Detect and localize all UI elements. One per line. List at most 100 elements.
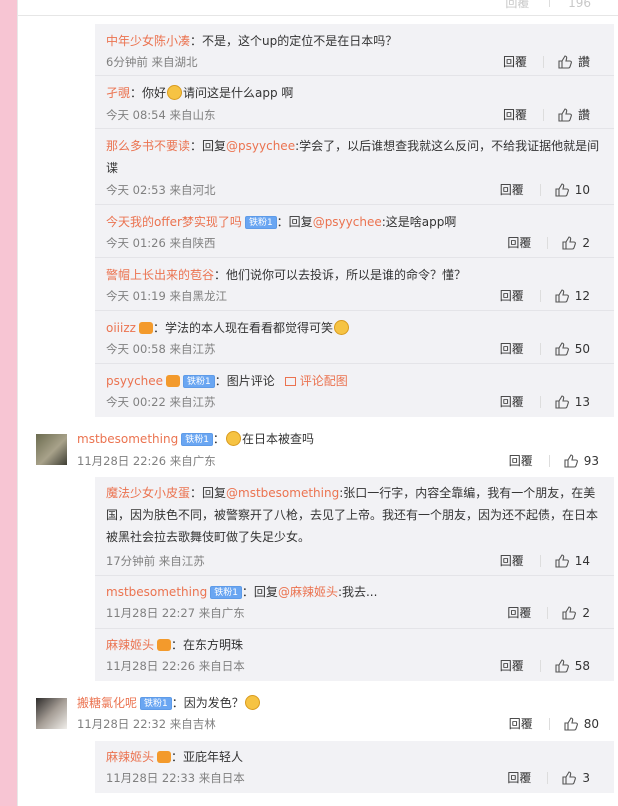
reply-button[interactable]: 回覆 (507, 603, 531, 623)
reply-mention[interactable]: @mstbesomething (226, 486, 339, 500)
reply-button[interactable]: 回覆 (500, 656, 524, 676)
reply-meta: 今天 02:53 来自河北 (106, 183, 216, 197)
thumbs-up-icon[interactable] (564, 454, 578, 468)
reply-item: 魔法少女小皮蛋：回复@mstbesomething:张口一行字，内容全靠编，我有… (95, 477, 614, 576)
vip-icon (157, 639, 172, 651)
reply-author[interactable]: 孑覗 (106, 86, 130, 100)
image-icon[interactable] (284, 377, 296, 386)
reply-text: ：他们说你可以去投诉，所以是谁的命令？懂？ (214, 268, 467, 282)
reply-button[interactable]: 回覆 (503, 105, 527, 125)
like-count: 14 (574, 554, 590, 568)
thumbs-up-icon[interactable] (564, 717, 578, 731)
comment-author[interactable]: mstbesomething (77, 432, 178, 446)
reply-meta: 今天 00:22 来自江苏 (106, 395, 216, 409)
thumbs-up-icon[interactable] (562, 606, 577, 620)
thumbs-up-icon[interactable] (555, 289, 569, 303)
reply-meta: 6分钟前 来自湖北 (106, 55, 198, 69)
reply-meta: 11月28日 22:26 来自日本 (106, 659, 245, 673)
thumbs-up-icon[interactable] (562, 771, 577, 785)
reply-button[interactable]: 回覆 (507, 768, 531, 788)
vip-icon (157, 751, 172, 763)
reply-thread-1: 中年少女陈小凑：不是，这个up的定位不是在日本吗？ 6分钟前 来自湖北 回覆 讚… (95, 24, 614, 417)
reply-item: 麻辣姬头 ：亚庇年轻人 11月28日 22:33 来自日本 回覆 3 (95, 741, 614, 793)
like-count: 10 (574, 183, 590, 197)
like-count: 13 (574, 395, 590, 409)
comment-item: 搬糖氯化呢 铁粉1 ：因为发色？ 11月28日 22:32 来自吉林 回覆 80 (18, 692, 618, 736)
reply-button[interactable]: 回覆 (500, 180, 524, 200)
reply-meta: 今天 01:26 来自陕西 (106, 236, 216, 250)
fan-badge: 铁粉1 (183, 375, 215, 388)
reply-author[interactable]: psyychee (106, 374, 163, 388)
reply-thread-3: 麻辣姬头 ：亚庇年轻人 11月28日 22:33 来自日本 回覆 3 (95, 741, 614, 793)
reply-mention[interactable]: @psyychee (226, 139, 295, 153)
top-actions: 回覆 196 (505, 0, 591, 11)
shocked-emoji-icon (225, 431, 241, 446)
reply-button[interactable]: 回覆 (500, 551, 524, 571)
thumbs-up-icon[interactable] (555, 342, 569, 356)
reply-item: 警帽上长出来的苞谷：他们说你可以去投诉，所以是谁的命令？懂？ 今天 01:19 … (95, 258, 614, 311)
reply-item: 中年少女陈小凑：不是，这个up的定位不是在日本吗？ 6分钟前 来自湖北 回覆 讚 (95, 24, 614, 76)
reply-thread-2: 魔法少女小皮蛋：回复@mstbesomething:张口一行字，内容全靠编，我有… (95, 477, 614, 681)
reply-button[interactable]: 回覆 (500, 392, 524, 412)
like-count: 讚 (577, 55, 590, 69)
reply-button[interactable]: 回覆 (509, 714, 533, 734)
like-count: 2 (582, 236, 590, 250)
reply-button[interactable]: 回覆 (509, 451, 533, 471)
top-reply-link[interactable]: 回覆 (505, 0, 529, 10)
reply-mention[interactable]: @麻辣姬头 (278, 585, 338, 599)
reply-text: ：回复 (241, 585, 278, 599)
reply-button[interactable]: 回覆 (507, 233, 531, 253)
view-pic-link[interactable]: 评论配图 (300, 374, 348, 388)
thumbs-up-icon[interactable] (555, 554, 569, 568)
reply-text: ：回复 (190, 139, 227, 153)
vip-icon (138, 322, 153, 334)
thumbs-up-icon[interactable] (555, 395, 569, 409)
reply-author[interactable]: oiiizz (106, 321, 136, 335)
like-count: 12 (574, 289, 590, 303)
top-bar: 回覆 196 (18, 0, 618, 16)
thumbs-up-icon[interactable] (555, 659, 569, 673)
reply-text: ：你好 (130, 86, 167, 100)
thumbs-up-icon[interactable] (558, 55, 572, 69)
reply-text: ：在东方明珠 (171, 638, 244, 652)
reply-text: ：不是，这个up的定位不是在日本吗？ (190, 34, 398, 48)
comment-author[interactable]: 搬糖氯化呢 (77, 696, 137, 710)
reply-mention[interactable]: @psyychee (313, 215, 382, 229)
reply-item: 孑覗：你好 请问这是什么app 啊 今天 08:54 来自山东 回覆 讚 (95, 76, 614, 129)
reply-meta: 今天 08:54 来自山东 (106, 108, 216, 122)
top-like-count[interactable]: 196 (568, 0, 591, 10)
reply-item: 麻辣姬头 ：在东方明珠 11月28日 22:26 来自日本 回覆 58 (95, 629, 614, 681)
reply-author[interactable]: 中年少女陈小凑 (106, 34, 190, 48)
reply-button[interactable]: 回覆 (503, 52, 527, 72)
avatar[interactable] (36, 698, 67, 729)
reply-item: oiiizz ：学法的本人现在看看都觉得可笑 今天 00:58 来自江苏 回覆 5… (95, 311, 614, 364)
blush-emoji-icon (244, 695, 260, 710)
page-side-strip (0, 0, 17, 806)
like-count: 讚 (577, 108, 590, 122)
reply-text: ：回复 (276, 215, 313, 229)
reply-author[interactable]: 魔法少女小皮蛋 (106, 486, 190, 500)
fan-badge: 铁粉1 (244, 216, 277, 229)
wave-emoji-icon (167, 85, 183, 100)
vip-icon (166, 375, 181, 387)
reply-author[interactable]: 警帽上长出来的苞谷 (106, 268, 214, 282)
reply-item: 今天我的offer梦实现了吗 铁粉1 ：回复@psyychee:这是啥app啊 今天… (95, 205, 614, 258)
comment-item: mstbesomething 铁粉1：在日本被查吗 11月28日 22:26 来自… (18, 428, 618, 472)
laugh-emoji-icon (333, 320, 349, 335)
reply-button[interactable]: 回覆 (500, 286, 524, 306)
reply-text: ：亚庇年轻人 (171, 750, 244, 764)
reply-author[interactable]: 那么多书不要读 (106, 139, 190, 153)
reply-author[interactable]: mstbesomething (106, 585, 207, 599)
avatar[interactable] (36, 434, 67, 465)
reply-author[interactable]: 麻辣姬头 (106, 638, 154, 652)
thumbs-up-icon[interactable] (562, 236, 577, 250)
reply-author[interactable]: 今天我的offer梦实现了吗 (106, 215, 242, 229)
reply-author[interactable]: 麻辣姬头 (106, 750, 154, 764)
thumbs-up-icon[interactable] (555, 183, 569, 197)
comment-card: 回覆 196 中年少女陈小凑：不是，这个up的定位不是在日本吗？ 6分钟前 来自… (17, 0, 618, 806)
reply-button[interactable]: 回覆 (500, 339, 524, 359)
reply-meta: 今天 00:58 来自江苏 (106, 342, 216, 356)
reply-meta: 今天 01:19 来自黑龙江 (106, 289, 227, 303)
like-count: 3 (582, 771, 590, 785)
thumbs-up-icon[interactable] (558, 108, 572, 122)
